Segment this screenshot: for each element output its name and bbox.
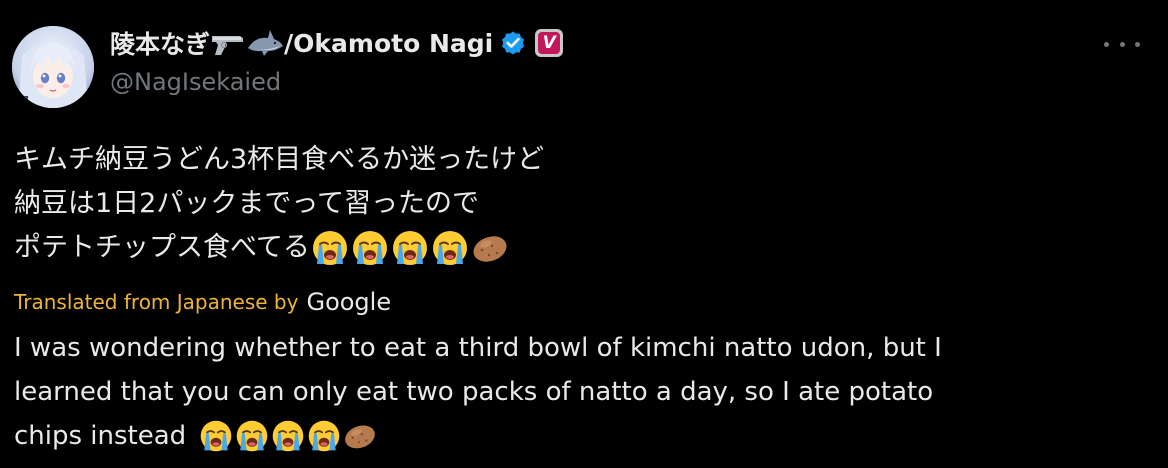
author-handle[interactable]: @NagIsekaied bbox=[110, 68, 563, 96]
tweet-text-line: キムチ納豆うどん3杯目食べるか迷ったけど bbox=[14, 144, 545, 175]
more-dot bbox=[1135, 41, 1140, 47]
v-badge-icon[interactable]: V bbox=[535, 29, 564, 57]
more-dot bbox=[1104, 41, 1109, 47]
loudly-crying-face-emoji-icon bbox=[310, 228, 350, 268]
translation-line: chips instead bbox=[14, 421, 187, 451]
more-dot bbox=[1119, 41, 1125, 47]
loudly-crying-face-emoji-icon bbox=[270, 418, 306, 454]
loudly-crying-face-emoji-icon bbox=[430, 228, 470, 268]
loudly-crying-face-emoji-icon bbox=[234, 418, 270, 454]
translation-line-with-emojis: chips instead bbox=[14, 414, 1154, 458]
google-logo: Google bbox=[306, 288, 392, 316]
translation-attribution[interactable]: Translated from Japanese by Google bbox=[14, 284, 391, 320]
tweet-text-line: 納豆は1日2パックまでって習ったので bbox=[14, 188, 480, 219]
tweet-header: 陵本なぎ /Okamoto Nagi V @NagIsekaied bbox=[110, 22, 564, 102]
avatar[interactable] bbox=[12, 26, 94, 108]
translation-line: I was wondering whether to eat a third b… bbox=[14, 333, 942, 363]
potato-emoji-icon bbox=[470, 228, 510, 268]
pistol-emoji-icon bbox=[210, 28, 246, 58]
tweet-text-translation: I was wondering whether to eat a third b… bbox=[14, 326, 1154, 458]
more-options-icon[interactable] bbox=[1104, 34, 1140, 54]
tweet-text-line-with-emojis: ポテトチップス食べてる bbox=[14, 226, 544, 270]
translation-line: learned that you can only eat two packs … bbox=[14, 377, 934, 407]
author-name-suffix[interactable]: /Okamoto Nagi bbox=[284, 29, 493, 58]
avatar-image bbox=[12, 26, 94, 108]
v-badge-label: V bbox=[538, 32, 561, 54]
loudly-crying-face-emoji-icon bbox=[390, 228, 430, 268]
author-name-row[interactable]: 陵本なぎ /Okamoto Nagi V bbox=[110, 22, 564, 64]
loudly-crying-face-emoji-icon bbox=[350, 228, 390, 268]
loudly-crying-face-emoji-icon bbox=[306, 418, 342, 454]
translation-label[interactable]: Translated from Japanese by bbox=[14, 290, 298, 314]
tweet-text-original: キムチ納豆うどん3杯目食べるか迷ったけど 納豆は1日2パックまでって習ったので … bbox=[14, 138, 544, 270]
verified-badge-icon[interactable] bbox=[499, 29, 527, 57]
tweet: 陵本なぎ /Okamoto Nagi V @NagIsekaied キムチ納豆う… bbox=[0, 0, 1168, 464]
tweet-text-line: ポテトチップス食べてる bbox=[14, 232, 310, 263]
author-display-name[interactable]: 陵本なぎ bbox=[110, 25, 210, 61]
potato-emoji-icon bbox=[342, 418, 378, 454]
shark-emoji-icon bbox=[246, 28, 284, 58]
loudly-crying-face-emoji-icon bbox=[198, 418, 234, 454]
